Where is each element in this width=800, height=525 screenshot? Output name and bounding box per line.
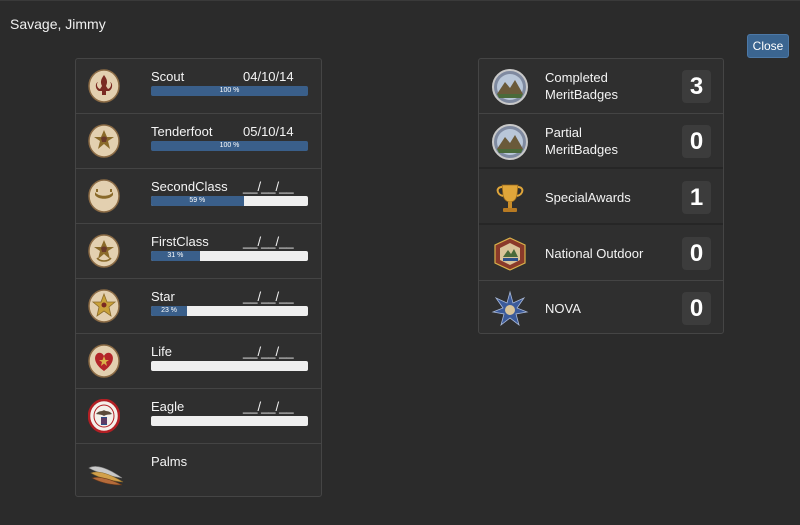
rank-name: FirstClass [151,234,209,249]
trophy-icon [496,184,524,212]
rank-row-eagle[interactable]: Eagle __/__/__ [76,389,321,444]
close-button[interactable]: Close [747,34,789,58]
award-row-nova[interactable]: NOVA 0 [479,281,723,336]
first-class-badge-icon [88,234,120,268]
rank-progress-bar [151,361,308,371]
rank-name: Tenderfoot [151,124,213,139]
second-class-badge-icon [88,179,120,213]
award-count: 1 [682,181,711,214]
rank-progress-bar: 59 % [151,196,308,206]
rank-row-star[interactable]: Star __/__/__ 23 % [76,279,321,334]
rank-date: __/__/__ [243,344,294,359]
rank-name: Eagle [151,399,185,414]
rank-row-second-class[interactable]: SecondClass __/__/__ 59 % [76,169,321,224]
award-label: Partial MeritBadges [545,125,618,157]
rank-progress-fill: 23 % [151,306,188,316]
national-outdoor-badge-icon [494,237,526,271]
rank-row-first-class[interactable]: FirstClass __/__/__ 31 % [76,224,321,279]
award-label: NOVA [545,301,581,316]
page-title: Savage, Jimmy [10,16,106,32]
rank-date: __/__/__ [243,179,294,194]
rank-progress-bar: 100 % [151,141,308,151]
award-row-partial-merit-badges[interactable]: Partial MeritBadges 0 [479,114,723,169]
merit-badge-icon [492,69,528,105]
life-badge-icon [88,344,120,378]
rank-date: __/__/__ [243,399,294,414]
award-label: Completed MeritBadges [545,70,618,102]
rank-date: 05/10/14 [243,124,294,139]
award-row-national-outdoor[interactable]: National Outdoor 0 [479,226,723,281]
rank-progress-fill: 100 % [151,141,308,151]
scout-badge-icon [88,69,120,103]
rank-row-life[interactable]: Life __/__/__ [76,334,321,389]
rank-date: 04/10/14 [243,69,294,84]
rank-progress-bar: 23 % [151,306,308,316]
star-badge-icon [88,289,120,323]
rank-name: Star [151,289,175,304]
tenderfoot-badge-icon [88,124,120,158]
rank-name: SecondClass [151,179,228,194]
rank-row-tenderfoot[interactable]: Tenderfoot 05/10/14 100 % [76,114,321,169]
rank-progress-bar: 31 % [151,251,308,261]
rank-panel: Scout 04/10/14 100 % Tenderfoot 05/10/14… [75,58,322,497]
rank-row-scout[interactable]: Scout 04/10/14 100 % [76,59,321,114]
rank-row-palms[interactable]: Palms [76,444,321,499]
award-panel: Completed MeritBadges 3 Partial MeritBad… [478,58,724,334]
rank-date: __/__/__ [243,234,294,249]
eagle-badge-icon [88,399,120,433]
rank-progress-bar: 100 % [151,86,308,96]
rank-progress-fill: 100 % [151,86,308,96]
award-label: SpecialAwards [545,190,631,205]
award-row-special-awards[interactable]: SpecialAwards 1 [479,170,723,225]
award-count: 0 [682,237,711,270]
rank-name: Palms [151,454,188,469]
rank-name: Scout [151,69,185,84]
merit-badge-icon [492,124,528,160]
award-count: 3 [682,70,711,103]
nova-icon [491,290,529,327]
rank-progress-fill: 59 % [151,196,244,206]
palms-icon [88,466,124,486]
award-row-completed-merit-badges[interactable]: Completed MeritBadges 3 [479,59,723,114]
rank-progress-bar [151,416,308,426]
rank-name: Life [151,344,172,359]
rank-progress-fill: 31 % [151,251,200,261]
award-label: National Outdoor [545,246,644,261]
award-count: 0 [682,125,711,158]
rank-date: __/__/__ [243,289,294,304]
award-count: 0 [682,292,711,325]
